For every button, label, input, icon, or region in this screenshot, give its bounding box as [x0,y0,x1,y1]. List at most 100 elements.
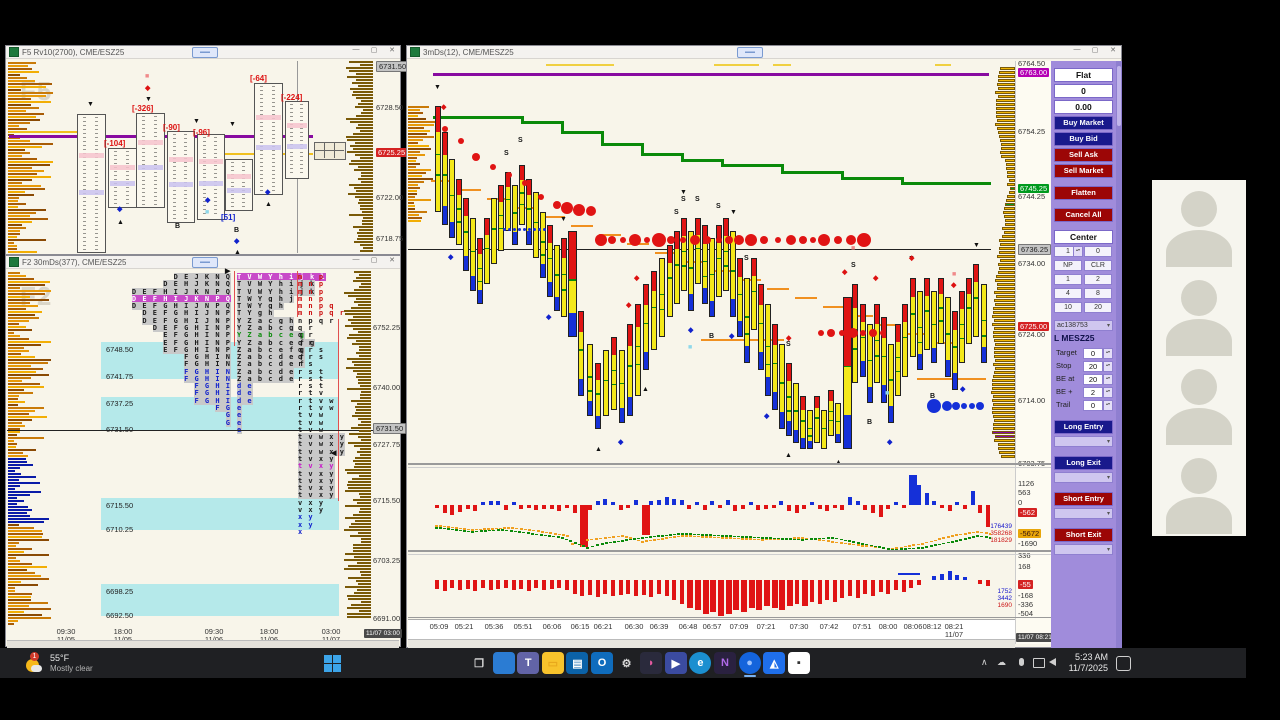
taskbar-icon-app-active[interactable]: ● [738,652,761,674]
taskbar-icon-file-explorer[interactable]: ▭ [541,652,564,674]
volume-profile-bar [354,271,371,273]
tray-date[interactable]: 11/7/2025 [1062,663,1108,673]
grid-cell-clr[interactable]: CLR [1084,260,1112,271]
0-display[interactable]: 0 [1054,84,1113,98]
volume-icon[interactable] [1049,658,1056,666]
mic-icon[interactable] [1019,658,1024,666]
taskbar: 1 55°F Mostly clear Search ∧ ☁ 5:23 AM 1… [0,648,1246,678]
grid-cell-0[interactable]: 0 [1084,246,1112,257]
strategy-select[interactable]: ▾ [1054,436,1113,447]
f2-chart-area[interactable]: F26748.506741.756737.256731.506715.50671… [6,256,407,648]
taskbar-icon-photos[interactable]: ◭ [763,652,786,674]
bar-buy-segment [889,406,893,422]
short-exit-button[interactable]: Short Exit [1054,528,1113,542]
flat-display[interactable]: Flat [1054,68,1113,82]
2-spinner[interactable]: ▴▾ [1103,387,1113,398]
bar-buy-segment [953,373,957,389]
main-chart-area[interactable]: SSSSSSSSSBBBB▲▲▲▲▼▼▼▼▼▼◆◆◆◆◆◆◆◆◆◆◆◆◆◆◆◆◆… [407,46,1122,649]
long-entry-button[interactable]: Long Entry [1054,420,1113,434]
taskbar-icon-outlook[interactable]: O [591,652,613,674]
taskbar-icon-task-view[interactable]: ❐ [468,652,490,674]
onedrive-icon[interactable]: ☁ [997,657,1006,668]
buy-market-button[interactable]: Buy Market [1054,116,1113,130]
center-display[interactable]: Center [1054,230,1113,244]
sell-market-button[interactable]: Sell Market [1054,164,1113,178]
volume-profile-bar [8,419,32,421]
taskbar-icon-ninjatrader[interactable]: N [714,652,736,674]
bar-sell-segment [675,232,679,250]
20-spinner[interactable]: ▴▾ [1103,374,1113,385]
sell-ask-button[interactable]: Sell Ask [1054,148,1113,162]
volume-profile-bar [362,223,373,225]
account-select[interactable]: ac138753 ▾ [1054,320,1113,331]
strategy-select[interactable]: ▾ [1054,472,1113,483]
20-spinner[interactable]: ▴▾ [1103,361,1113,372]
chart-marker-icon: ▼ [434,83,441,91]
weather-widget[interactable]: 1 55°F Mostly clear [24,652,174,676]
horizontal-scrollbar[interactable] [7,640,399,648]
trade-panel-scroll-thumb[interactable] [1117,66,1121,126]
volume-profile-bar [8,413,29,415]
tray-clock[interactable]: 5:23 AM [1062,652,1108,662]
0-spinner[interactable]: ▴▾ [1103,348,1113,359]
0-field[interactable]: 0 [1083,400,1103,411]
20-field[interactable]: 20 [1083,374,1103,385]
cast-icon[interactable] [1033,658,1045,668]
quantity-spinner[interactable]: ▴▾ [1073,246,1083,257]
grid-cell-np[interactable]: NP [1054,260,1082,271]
indicator-line [607,536,611,539]
volume-profile-bar [8,122,30,124]
price-bar [895,323,901,397]
volume-profile-bar [8,158,37,160]
volume-profile-bar [8,323,19,325]
grid-cell-2[interactable]: 2 [1084,274,1112,285]
volume-profile-bar [358,382,371,384]
taskbar-icon-terminal[interactable]: ▪ [787,652,810,674]
grid-cell-8[interactable]: 8 [1084,288,1112,299]
0-field[interactable]: 0 [1083,348,1103,359]
histogram-bar [687,505,692,509]
taskbar-icon-settings[interactable]: ⚙ [616,652,638,674]
long-exit-button[interactable]: Long Exit [1054,456,1113,470]
tray-chevron-icon[interactable]: ∧ [981,657,988,668]
short-entry-button[interactable]: Short Entry [1054,492,1113,506]
indicator-line [475,530,479,533]
volume-profile-bar [1004,219,1015,222]
chart-marker-icon: ◆ [265,189,271,196]
taskbar-icon-edge[interactable]: e [689,652,712,674]
strategy-select[interactable]: ▾ [1054,544,1113,555]
strategy-select[interactable]: ▾ [1054,508,1113,519]
0-spinner[interactable]: ▴▾ [1103,400,1113,411]
f5-chart-area[interactable]: F5 [-104] [-326] [-90] [-96] [51] [-64] [-224] ■… [6,46,410,256]
cluster-texture [242,162,246,208]
flatten-button[interactable]: Flatten [1054,186,1113,200]
grid-cell-10[interactable]: 10 [1054,302,1082,313]
indicator-line [929,545,933,547]
grid-cell-1[interactable]: 1 [1054,274,1082,285]
volume-panel[interactable] [408,555,991,617]
bar-poc-line [596,393,600,395]
grid-cell-20[interactable]: 20 [1084,302,1112,313]
taskbar-icon-movies[interactable]: ▶ [664,652,687,674]
cancel-all-button[interactable]: Cancel All [1054,208,1113,222]
2-field[interactable]: 2 [1083,387,1103,398]
notifications-icon[interactable] [1116,656,1131,671]
indicator-line [749,536,752,538]
0-00-display[interactable]: 0.00 [1054,100,1113,114]
delta-panel[interactable] [408,468,991,550]
time-axis[interactable]: 05:09 05:21 05:36 05:51 06:06 06:15 06:21 06:30… [408,619,1015,640]
volume-profile-bar [995,123,1015,126]
buy-bid-button[interactable]: Buy Bid [1054,132,1113,146]
volume-profile-bar [351,400,371,402]
taskbar-icon-clipchamp[interactable]: ◗ [640,652,663,674]
price-pane[interactable]: SSSSSSSSSBBBB▲▲▲▲▼▼▼▼▼▼◆◆◆◆◆◆◆◆◆◆◆◆◆◆◆◆◆… [408,61,991,463]
start-button[interactable] [324,655,341,672]
trade-panel-scrollbar[interactable] [1116,61,1122,649]
bar-poc-line [918,326,922,329]
volume-profile-bar [408,211,427,213]
20-field[interactable]: 20 [1083,361,1103,372]
taskbar-icon-store[interactable]: ▤ [566,652,589,674]
grid-cell-4[interactable]: 4 [1054,288,1082,299]
taskbar-icon-teams[interactable]: T [517,652,540,674]
taskbar-icon-widgets[interactable] [492,652,515,674]
